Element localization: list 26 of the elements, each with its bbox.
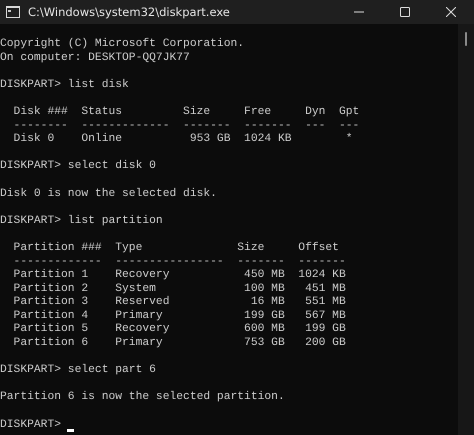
console-output: Partition 5 Recovery 600 MB 199 GB [12, 323, 346, 336]
console-output: Disk ### Status Size Free Dyn Gpt [12, 106, 360, 120]
command-line: DISKPART> select part 6 [0, 364, 156, 378]
console-output: Partition 3 Reserved 16 MB 551 MB [12, 296, 346, 310]
command-line: DISKPART> [0, 418, 62, 432]
command-line: DISKPART> list partition [0, 214, 163, 228]
console-output: -------- ------------- ------- ------- --- --- [12, 120, 360, 132]
console-output: Partition 6 Primary 753 GB 200 GB [12, 337, 346, 351]
console-output: Partition 4 Primary 199 GB 567 MB [12, 310, 346, 322]
console-output: Partition 6 is now the selected partition. [0, 391, 285, 406]
command-line: DISKPART> list disk [0, 78, 129, 92]
command-line: DISKPART> select disk 0 [0, 160, 156, 174]
console-icon [6, 6, 20, 18]
console-output: Partition ### Type Size Offset [12, 242, 339, 256]
console-output: ------------- ---------------- ------- ------- [12, 256, 346, 268]
scrollbar-thumb[interactable] [465, 32, 467, 46]
console-output: Copyright (C) Microsoft Corporation. [0, 38, 244, 52]
console-output: On computer: DESKTOP-QQ7JK77 [0, 52, 190, 66]
console-output: Partition 1 Recovery 450 MB 1024 KB [12, 269, 346, 282]
window-title: C:\Windows\system32\diskpart.exe [28, 5, 231, 19]
console-output: Disk 0 Online 953 GB 1024 KB * [12, 133, 353, 147]
maximize-icon [400, 7, 410, 17]
scrollbar[interactable] [458, 24, 474, 435]
close-icon [446, 7, 456, 17]
console-output: Disk 0 is now the selected disk. [0, 188, 217, 202]
console-output: Partition 2 System 100 MB 451 MB [12, 282, 346, 296]
